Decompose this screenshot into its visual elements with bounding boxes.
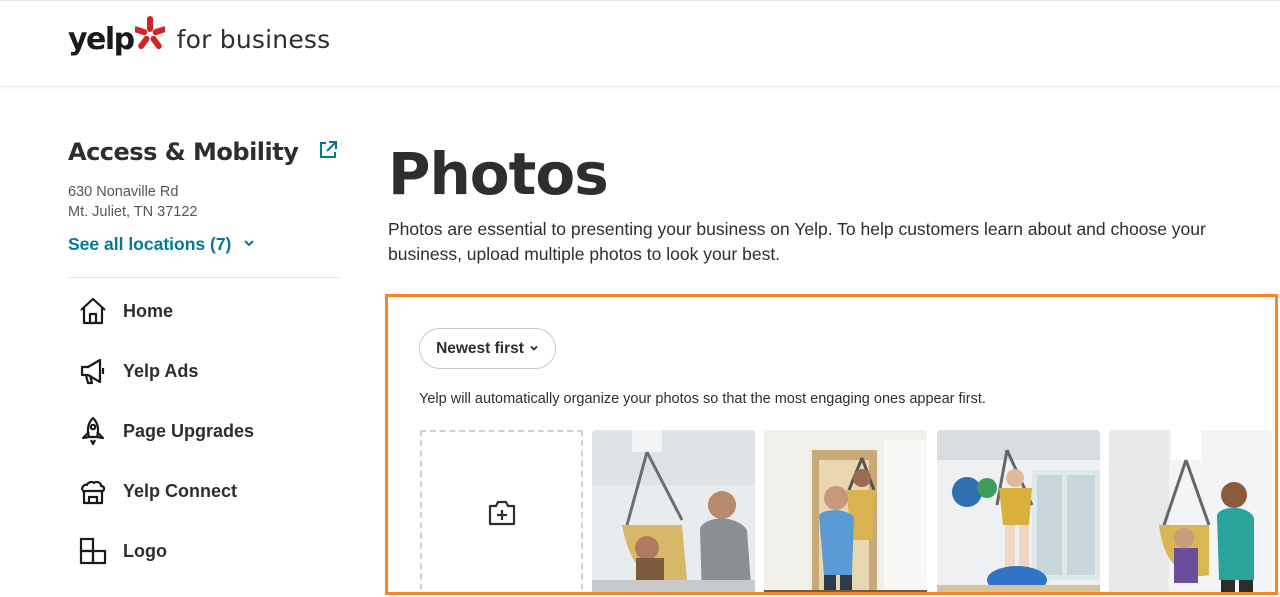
- logo-for-business: for business: [176, 25, 331, 54]
- sort-dropdown-label: Newest first: [436, 339, 524, 357]
- chevron-down-icon: [529, 340, 539, 358]
- logo-blocks-icon: [78, 536, 108, 566]
- chevron-down-icon: [243, 233, 255, 254]
- page-title: Photos: [388, 140, 609, 208]
- external-link-icon[interactable]: [318, 140, 338, 160]
- sort-dropdown[interactable]: Newest first: [419, 328, 556, 369]
- sidebar-item-yelp-connect[interactable]: Yelp Connect: [78, 476, 237, 506]
- photo-tile-2[interactable]: [764, 430, 927, 592]
- home-icon: [78, 296, 108, 326]
- photo-tile-1[interactable]: [592, 430, 755, 592]
- sidebar-item-label: Page Upgrades: [123, 420, 255, 441]
- sidebar-item-logo[interactable]: Logo: [78, 536, 167, 566]
- connect-storefront-icon: [78, 476, 108, 506]
- rocket-icon: [78, 416, 108, 446]
- top-header: yelp for business: [0, 0, 1280, 87]
- photos-organize-note: Yelp will automatically organize your ph…: [419, 391, 986, 407]
- business-address-line2: Mt. Juliet, TN 37122: [68, 204, 198, 220]
- megaphone-icon: [78, 356, 108, 386]
- sidebar-item-page-upgrades[interactable]: Page Upgrades: [78, 416, 254, 446]
- upload-photo-tile[interactable]: [420, 430, 583, 592]
- business-address-line1: 630 Nonaville Rd: [68, 184, 179, 200]
- photo-tile-4[interactable]: [1109, 430, 1272, 592]
- photo-tile-3[interactable]: [937, 430, 1100, 592]
- sidebar-item-home[interactable]: Home: [78, 296, 173, 326]
- photos-panel: Newest first Yelp will automatically org…: [385, 294, 1278, 595]
- sidebar-item-yelp-ads[interactable]: Yelp Ads: [78, 356, 198, 386]
- sidebar-item-label: Home: [123, 300, 174, 321]
- logo-wordmark: yelp: [68, 22, 135, 57]
- see-all-locations-label: See all locations (7): [68, 234, 232, 254]
- yelp-for-business-logo[interactable]: yelp for business: [68, 16, 331, 58]
- business-name: Access & Mobility: [68, 138, 299, 166]
- yelp-burst-icon: [132, 15, 167, 58]
- page-description: Photos are essential to presenting your …: [388, 219, 1206, 264]
- add-photo-camera-icon: [487, 499, 517, 532]
- sidebar-divider: [68, 277, 340, 278]
- sidebar-item-label: Logo: [123, 540, 167, 561]
- sidebar-item-label: Yelp Connect: [123, 480, 238, 501]
- sidebar-item-label: Yelp Ads: [123, 360, 199, 381]
- see-all-locations-link[interactable]: See all locations (7): [68, 234, 255, 255]
